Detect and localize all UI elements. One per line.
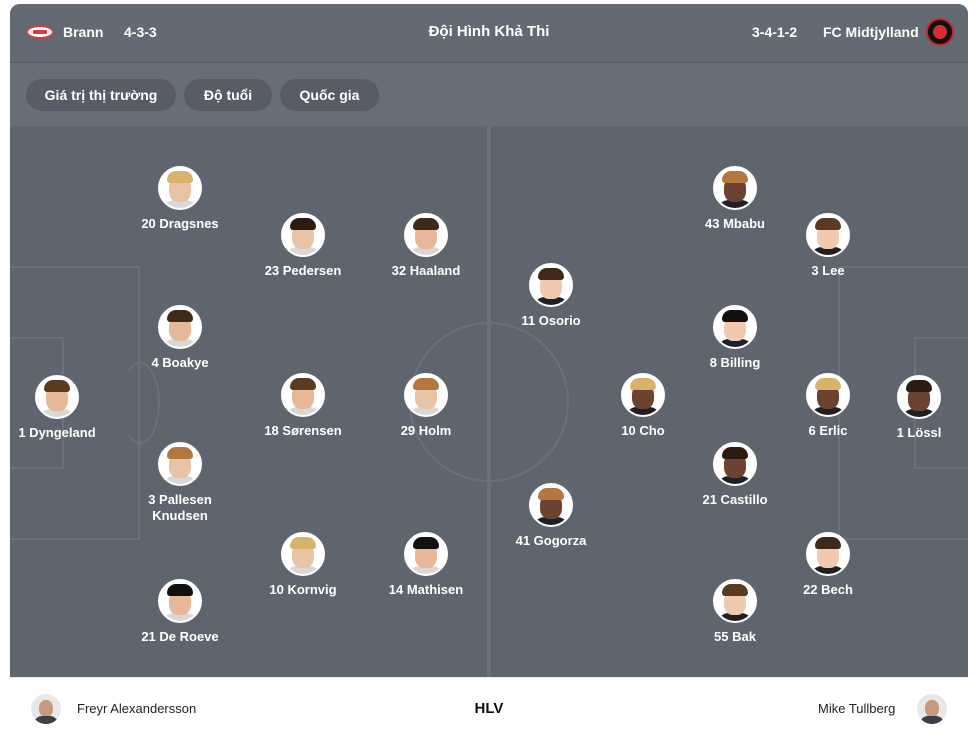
player-avatar-icon <box>897 375 941 419</box>
player-avatar-icon <box>404 373 448 417</box>
view-tabs: Giá trị thị trường Độ tuổi Quốc gia <box>10 63 968 126</box>
player-avatar-icon <box>158 166 202 210</box>
player-name: 8 Billing <box>709 355 761 370</box>
away-coach-avatar <box>917 694 947 724</box>
away-player[interactable]: 21 Castillo <box>660 442 810 508</box>
player-name: 1 Dyngeland <box>18 425 96 440</box>
tab-nationality[interactable]: Quốc gia <box>280 79 379 111</box>
player-avatar-icon <box>281 373 325 417</box>
tab-market-value[interactable]: Giá trị thị trường <box>26 79 176 111</box>
player-name: 21 Castillo <box>702 492 768 507</box>
player-avatar-icon <box>713 305 757 349</box>
player-name: 3 Pallesen Knudsen <box>148 492 212 523</box>
player-name: 10 Cho <box>621 423 665 438</box>
player-name: 4 Boakye <box>151 355 209 370</box>
player-avatar-icon <box>404 532 448 576</box>
player-name: 3 Lee <box>811 263 845 278</box>
player-avatar-icon <box>158 579 202 623</box>
away-player[interactable]: 8 Billing <box>660 305 810 371</box>
player-name: 29 Holm <box>400 423 452 438</box>
player-avatar-icon <box>806 213 850 257</box>
tab-age[interactable]: Độ tuổi <box>184 79 272 111</box>
player-name: 6 Erlic <box>808 423 848 438</box>
lineup-header: Brann 4-3-3 Đội Hình Khả Thi 3-4-1-2 FC … <box>10 4 968 63</box>
home-player[interactable]: 3 Pallesen Knudsen <box>105 442 255 524</box>
coach-bar: Freyr Alexandersson HLV Mike Tullberg <box>10 677 968 749</box>
away-player[interactable]: 41 Gogorza <box>476 483 626 549</box>
player-avatar-icon <box>158 442 202 486</box>
player-name: 55 Bak <box>714 629 756 644</box>
away-player[interactable]: 6 Erlic <box>753 373 903 439</box>
fc-midtjylland-crest-icon <box>926 18 954 46</box>
player-avatar-icon <box>281 532 325 576</box>
player-avatar-icon <box>713 579 757 623</box>
player-avatar-icon <box>158 305 202 349</box>
away-player[interactable]: 55 Bak <box>660 579 810 645</box>
player-avatar-icon <box>404 213 448 257</box>
player-avatar-icon <box>35 375 79 419</box>
home-player[interactable]: 4 Boakye <box>105 305 255 371</box>
player-avatar-icon <box>621 373 665 417</box>
away-formation: 3-4-1-2 <box>752 24 798 40</box>
home-player[interactable]: 29 Holm <box>351 373 501 439</box>
player-name: 11 Osorio <box>521 313 581 328</box>
player-avatar-icon <box>713 442 757 486</box>
away-team-name[interactable]: FC Midtjylland <box>823 23 919 41</box>
player-avatar-icon <box>529 483 573 527</box>
pitch: 1 Dyngeland 20 Dragsnes 4 Boakye 3 Pallesen… <box>10 126 968 677</box>
player-name: 41 Gogorza <box>515 533 587 548</box>
player-avatar-icon <box>281 213 325 257</box>
player-avatar-icon <box>529 263 573 307</box>
player-avatar-icon <box>806 373 850 417</box>
away-player[interactable]: 43 Mbabu <box>660 166 810 232</box>
away-player[interactable]: 11 Osorio <box>476 263 626 329</box>
player-name: 14 Mathisen <box>388 582 464 597</box>
player-name: 43 Mbabu <box>705 216 765 231</box>
away-player[interactable]: 10 Cho <box>568 373 718 439</box>
player-avatar-icon <box>713 166 757 210</box>
player-avatar-icon <box>806 532 850 576</box>
player-name: 21 De Roeve <box>141 629 219 644</box>
home-player[interactable]: 1 Dyngeland <box>10 375 132 441</box>
lineup-card: Brann 4-3-3 Đội Hình Khả Thi 3-4-1-2 FC … <box>10 4 968 749</box>
away-coach-name[interactable]: Mike Tullberg <box>818 700 895 718</box>
